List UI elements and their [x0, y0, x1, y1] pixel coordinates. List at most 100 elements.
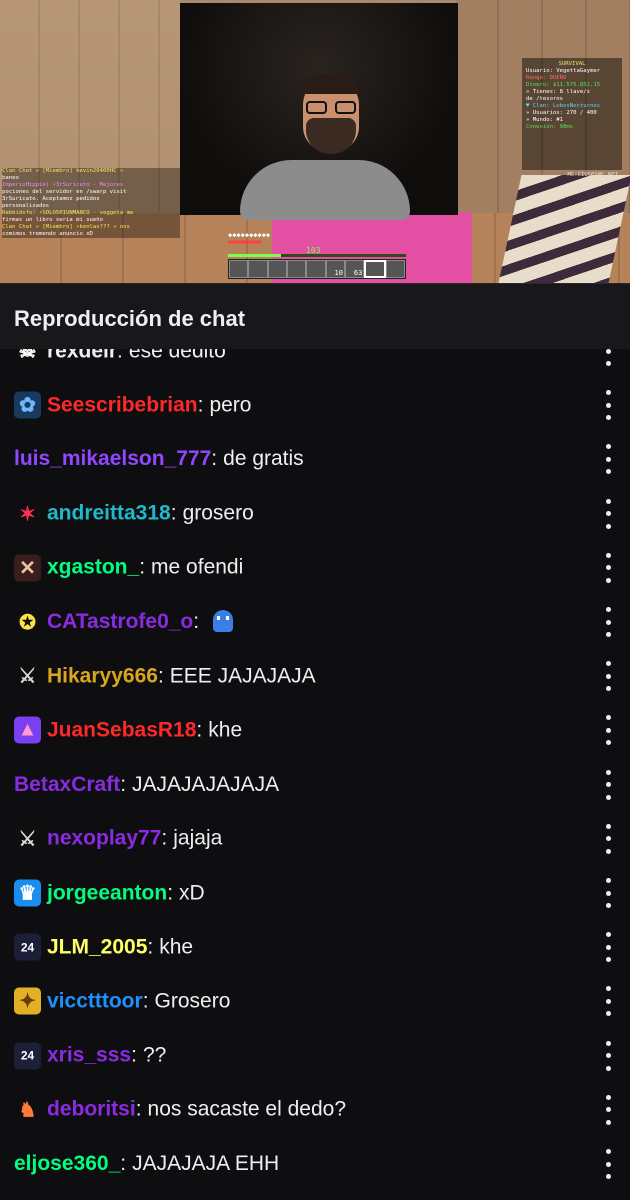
chat-username[interactable]: xris_sss — [47, 1044, 131, 1068]
message-options-button[interactable] — [602, 715, 614, 746]
message-options-button[interactable] — [602, 1040, 614, 1071]
chat-username[interactable]: xgaston_ — [47, 556, 139, 580]
kebab-dot-icon — [605, 619, 611, 625]
message-options-button[interactable] — [602, 498, 614, 529]
chat-message: ⚔ Hikaryy666: EEE JAJAJAJA — [0, 649, 630, 703]
message-options-button[interactable] — [602, 444, 614, 475]
year-24-badge-icon[interactable]: 24 — [14, 933, 41, 961]
streamer-shirt — [240, 160, 410, 220]
hotbar-slot — [385, 260, 405, 278]
chat-message: ♞ deboritsi: nos sacaste el dedo? — [0, 1083, 630, 1137]
crossed-swords-badge-icon[interactable]: ⚔ — [14, 663, 41, 690]
kebab-dot-icon — [605, 456, 611, 462]
chat-username[interactable]: JLM_2005 — [47, 935, 147, 959]
kebab-dot-icon — [605, 848, 611, 854]
chat-username[interactable]: Hikaryy666 — [47, 664, 158, 688]
unicorn-badge-icon[interactable]: ♞ — [14, 1096, 41, 1123]
chat-message-content: ✦ vicctttoor: Grosero — [14, 987, 580, 1015]
message-options-button[interactable] — [602, 1149, 614, 1179]
chat-text: nos sacaste el dedo? — [147, 1097, 347, 1121]
chat-message-list[interactable]: ☠ rexdeir: ese dedito ✿ Seescribebrian: pero l… — [0, 349, 630, 1200]
chat-message: ⚔ nexoplay77: jajaja — [0, 812, 630, 866]
kebab-dot-icon — [605, 632, 611, 637]
kebab-dot-icon — [605, 673, 611, 679]
chat-username[interactable]: jorgeeanton — [47, 881, 167, 905]
blue-ghost-emote-icon[interactable] — [211, 608, 235, 636]
scoreboard-line: ♥ Clan: LobosNocturnos — [526, 103, 601, 109]
chat-message: ✪ CATastrofe0_o: — [0, 595, 630, 649]
skull-badge-icon[interactable]: ☠ — [14, 349, 41, 365]
message-options-button[interactable] — [602, 661, 614, 692]
message-options-button[interactable] — [602, 823, 614, 854]
crown-badge-icon[interactable]: ♛ — [14, 879, 41, 907]
chat-text: ese dedito — [128, 349, 226, 362]
kebab-dot-icon — [605, 715, 611, 721]
chat-text: khe — [208, 718, 243, 742]
kebab-dot-icon — [605, 552, 611, 558]
message-options-button[interactable] — [602, 878, 614, 908]
message-options-button[interactable] — [602, 390, 614, 421]
chat-username[interactable]: andreitta318 — [47, 502, 171, 526]
chat-message-content: ♞ deboritsi: nos sacaste el dedo? — [14, 1096, 580, 1123]
chat-text: jajaja — [173, 826, 223, 850]
kebab-dot-icon — [605, 523, 611, 529]
chat-username[interactable]: eljose360_ — [14, 1152, 120, 1176]
chat-text: Grosero — [154, 989, 231, 1013]
blue-flower-badge-icon[interactable]: ✿ — [14, 391, 41, 419]
chat-text: ?? — [142, 1043, 167, 1067]
chat-text: JAJAJAJAJAJA — [132, 772, 280, 796]
scoreboard-line: Rango: DUEÑO — [526, 75, 567, 81]
kebab-dot-icon — [605, 890, 611, 896]
chat-colon: : — [147, 935, 154, 959]
crossed-x-badge-icon[interactable]: ✕ — [14, 554, 41, 582]
chat-username[interactable]: JuanSebasR18 — [47, 718, 196, 742]
kebab-dot-icon — [605, 565, 611, 571]
scoreboard-line: » Tienes: 8 llave/s — [526, 89, 590, 95]
chat-message-content: BetaxCraft: JAJAJAJAJAJA — [14, 773, 580, 797]
chat-username[interactable]: BetaxCraft — [14, 773, 120, 797]
chat-message-content: ✪ CATastrofe0_o: — [14, 608, 580, 636]
chat-username[interactable]: vicctttoor — [47, 989, 143, 1013]
chat-message: 24 xris_sss:?? — [0, 1029, 630, 1083]
cake-badge-icon[interactable]: ▲ — [14, 716, 41, 744]
chat-username[interactable]: nexoplay77 — [47, 827, 161, 851]
year-24-badge-icon[interactable]: 24 — [14, 1042, 41, 1070]
chat-colon: : — [211, 447, 218, 471]
kebab-dot-icon — [605, 836, 611, 842]
kebab-dot-icon — [605, 823, 611, 829]
game-chat-line: pociones del servidor en /swarp visit — [2, 189, 127, 195]
hotbar-slot: 10 — [325, 260, 345, 278]
game-chat-line: comimos tremendo anuncio xD — [2, 231, 93, 237]
message-options-button[interactable] — [602, 552, 614, 583]
red-sparkle-badge-icon[interactable]: ✶ — [14, 500, 41, 527]
dog-badge-icon[interactable]: ✦ — [14, 987, 41, 1015]
message-options-button[interactable] — [602, 932, 614, 963]
streamer-hair — [303, 74, 359, 94]
kebab-dot-icon — [605, 878, 611, 883]
hotbar-slot — [306, 260, 326, 278]
chat-text: pero — [209, 393, 252, 417]
message-options-button[interactable] — [602, 349, 614, 366]
message-options-button[interactable] — [602, 607, 614, 637]
kebab-dot-icon — [605, 769, 611, 775]
chat-replay-header: Reproducción de chat — [0, 283, 630, 349]
glasses-icon — [306, 101, 356, 115]
chat-username[interactable]: Seescribebrian — [47, 393, 198, 417]
chat-username[interactable]: deboritsi — [47, 1098, 136, 1122]
xp-bar — [228, 254, 406, 257]
message-options-button[interactable] — [602, 986, 614, 1017]
chat-colon: : — [161, 826, 168, 850]
chat-message: ▲ JuanSebasR18: khe — [0, 703, 630, 757]
message-options-button[interactable] — [602, 1094, 614, 1125]
crossed-swords-badge-icon[interactable]: ⚔ — [14, 825, 41, 852]
chat-username[interactable]: CATastrofe0_o — [47, 610, 193, 634]
kebab-dot-icon — [605, 986, 611, 992]
pichu-badge-icon[interactable]: ✪ — [14, 609, 41, 636]
scoreboard-line: de /tesoros — [526, 96, 564, 102]
chat-username[interactable]: rexdeir — [47, 349, 117, 363]
stream-video[interactable]: SURVIVAL Usuario: VegettaGaymer Rango: D… — [0, 0, 630, 283]
kebab-dot-icon — [605, 998, 611, 1004]
message-options-button[interactable] — [602, 769, 614, 800]
chat-username[interactable]: luis_mikaelson_777 — [14, 447, 211, 471]
kebab-dot-icon — [605, 957, 611, 963]
